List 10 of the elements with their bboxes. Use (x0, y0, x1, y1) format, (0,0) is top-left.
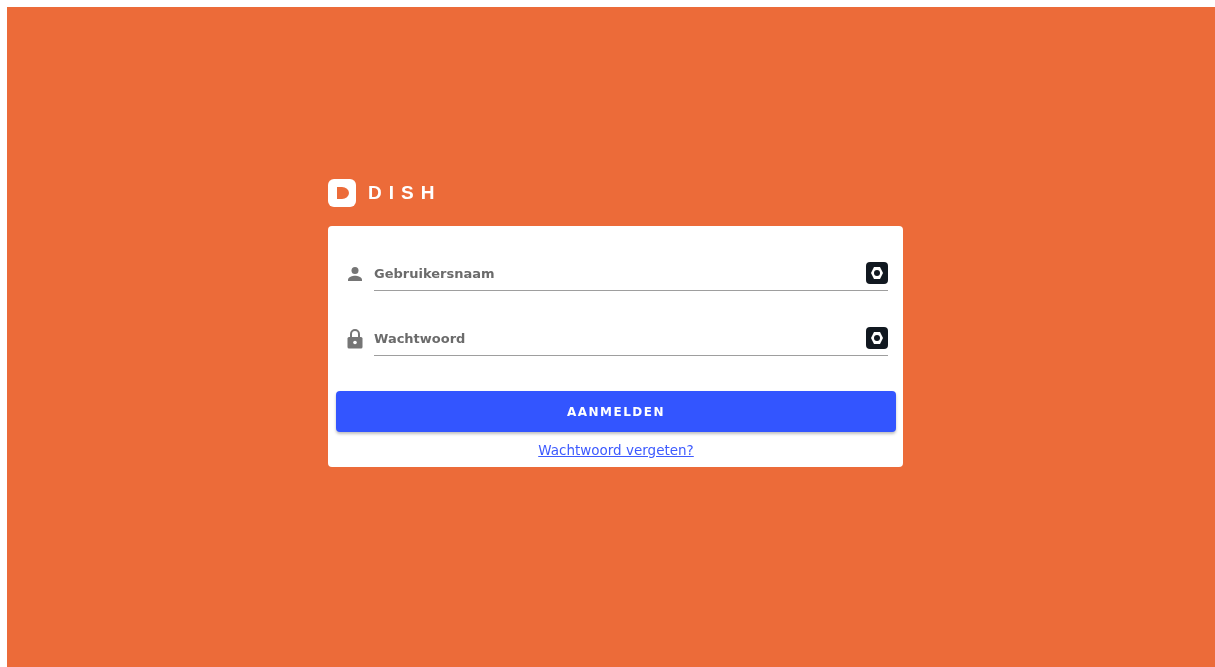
logo-icon (328, 179, 356, 207)
ring-icon[interactable] (866, 262, 888, 284)
lock-icon (347, 328, 363, 349)
input-field[interactable]: Wachtwoord (374, 321, 860, 355)
logo-text: DISH (368, 182, 442, 204)
person-icon (347, 265, 363, 282)
forgot-password-link[interactable]: Wachtwoord vergeten? (538, 442, 694, 458)
input-field[interactable]: Gebruikersnaam (374, 256, 860, 290)
ring-icon[interactable] (866, 327, 888, 349)
login-button[interactable]: AANMELDEN (336, 391, 896, 432)
